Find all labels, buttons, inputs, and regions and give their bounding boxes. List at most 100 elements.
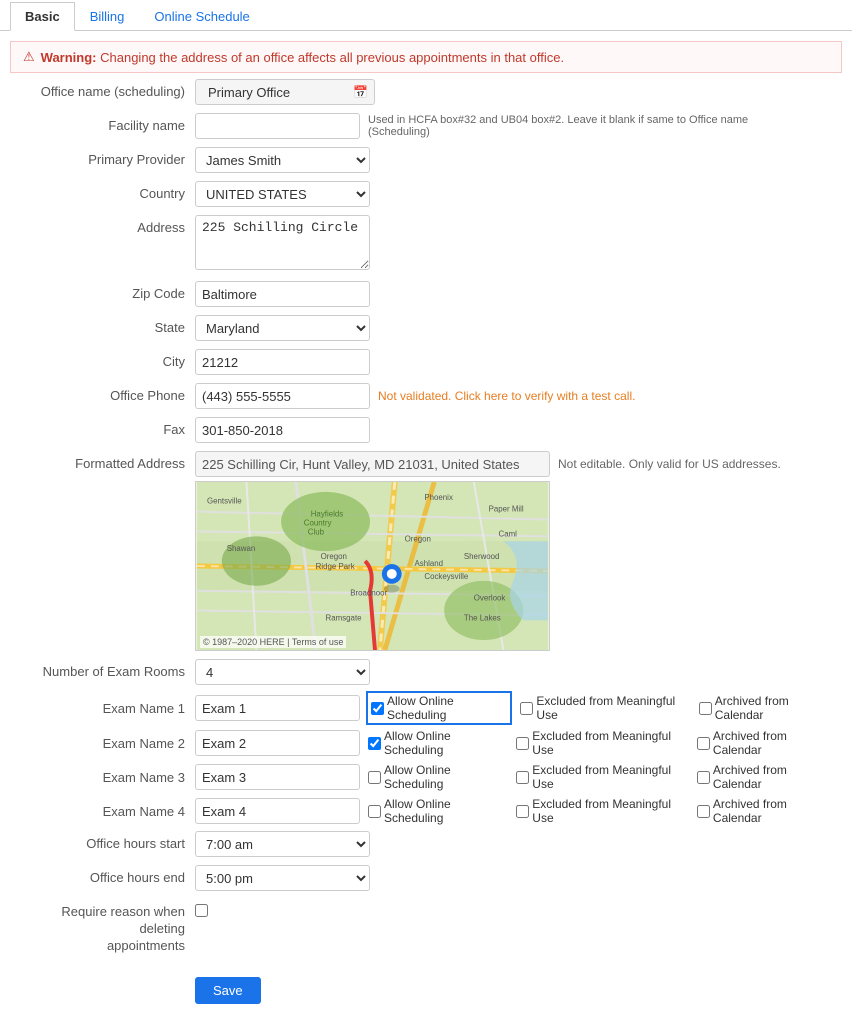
- exam-1-scheduling-checkbox[interactable]: [371, 702, 384, 715]
- tab-online-schedule[interactable]: Online Schedule: [139, 2, 264, 31]
- hours-start-label: Office hours start: [20, 831, 195, 851]
- svg-text:Caml: Caml: [499, 529, 518, 538]
- warning-message: Changing the address of an office affect…: [100, 50, 564, 65]
- svg-text:Sherwood: Sherwood: [464, 552, 500, 561]
- exam-1-archived-checkbox[interactable]: [699, 702, 712, 715]
- svg-text:Phoenix: Phoenix: [424, 493, 453, 502]
- phone-validate-link[interactable]: Not validated. Click here to verify with…: [378, 389, 635, 403]
- exam-4-scheduling-group: Allow Online Scheduling: [368, 797, 506, 825]
- exam-1-input[interactable]: [195, 695, 360, 721]
- require-reason-row: Require reason when deletingappointments: [20, 899, 832, 955]
- formatted-address-label: Formatted Address: [20, 451, 195, 471]
- address-row: Address 225 Schilling Circle: [20, 215, 832, 273]
- svg-text:Country: Country: [304, 518, 332, 527]
- save-button[interactable]: Save: [195, 977, 261, 1004]
- exam-4-input[interactable]: [195, 798, 360, 824]
- exam-3-row: Exam Name 3 Allow Online Scheduling Excl…: [20, 763, 832, 791]
- exam-4-checkboxes: Allow Online Scheduling Excluded from Me…: [368, 797, 832, 825]
- hours-end-label: Office hours end: [20, 865, 195, 885]
- form: Office name (scheduling) 📅 Facility name…: [0, 79, 852, 1024]
- formatted-address-content: Not editable. Only valid for US addresse…: [195, 451, 832, 651]
- map-svg: Hayfields Country Club Gentsville Phoeni…: [196, 482, 549, 650]
- svg-text:Oregon: Oregon: [405, 534, 431, 543]
- exam-3-scheduling-checkbox[interactable]: [368, 771, 381, 784]
- tab-billing[interactable]: Billing: [75, 2, 140, 31]
- exam-3-input[interactable]: [195, 764, 360, 790]
- exam-2-checkboxes: Allow Online Scheduling Excluded from Me…: [368, 729, 832, 757]
- exam-4-archived-checkbox[interactable]: [697, 805, 710, 818]
- state-label: State: [20, 315, 195, 335]
- hours-end-select[interactable]: 4:00 pm 4:30 pm 5:00 pm 5:30 pm 6:00 pm: [195, 865, 370, 891]
- exam-rooms-select[interactable]: 123456: [195, 659, 370, 685]
- exam-2-archived-group: Archived from Calendar: [697, 729, 832, 757]
- phone-label: Office Phone: [20, 383, 195, 403]
- exam-2-archived-checkbox[interactable]: [697, 737, 710, 750]
- svg-text:Broadnoor: Broadnoor: [350, 589, 387, 598]
- warning-prefix: Warning:: [41, 50, 97, 65]
- exam-2-scheduling-checkbox[interactable]: [368, 737, 381, 750]
- exam-4-row: Exam Name 4 Allow Online Scheduling Excl…: [20, 797, 832, 825]
- facility-hint: Used in HCFA box#32 and UB04 box#2. Leav…: [368, 114, 768, 138]
- svg-text:The Lakes: The Lakes: [464, 613, 501, 622]
- formatted-address-input: [195, 451, 550, 477]
- exam-2-label: Exam Name 2: [20, 736, 195, 751]
- exam-4-excluded-label: Excluded from Meaningful Use: [532, 797, 687, 825]
- formatted-address-hint: Not editable. Only valid for US addresse…: [558, 457, 781, 471]
- svg-text:Ridge Park: Ridge Park: [316, 562, 355, 571]
- map-container: Hayfields Country Club Gentsville Phoeni…: [195, 481, 550, 651]
- zip-label: Zip Code: [20, 281, 195, 301]
- city-row: City: [20, 349, 832, 375]
- require-reason-label: Require reason when deletingappointments: [20, 899, 195, 955]
- exam-4-scheduling-checkbox[interactable]: [368, 805, 381, 818]
- exam-1-scheduling-highlight: Allow Online Scheduling: [368, 693, 510, 723]
- exam-2-excluded-group: Excluded from Meaningful Use: [516, 729, 687, 757]
- warning-icon: ⚠: [23, 49, 35, 65]
- exam-4-excluded-checkbox[interactable]: [516, 805, 529, 818]
- office-name-row: Office name (scheduling) 📅: [20, 79, 832, 105]
- exam-2-excluded-label: Excluded from Meaningful Use: [532, 729, 687, 757]
- primary-provider-select[interactable]: James Smith Provider 2: [195, 147, 370, 173]
- address-input[interactable]: 225 Schilling Circle: [195, 215, 370, 270]
- country-content: UNITED STATES CANADA OTHER: [195, 181, 832, 207]
- facility-name-input[interactable]: [195, 113, 360, 139]
- exam-1-excluded-label: Excluded from Meaningful Use: [536, 694, 688, 722]
- facility-name-label: Facility name: [20, 113, 195, 133]
- state-row: State Maryland Virginia New York: [20, 315, 832, 341]
- exam-1-row: Exam Name 1 Allow Online Scheduling Excl…: [20, 693, 832, 723]
- phone-row: Office Phone Not validated. Click here t…: [20, 383, 832, 409]
- save-section: Save: [20, 967, 832, 1004]
- state-select[interactable]: Maryland Virginia New York: [195, 315, 370, 341]
- city-label: City: [20, 349, 195, 369]
- office-name-input[interactable]: [202, 79, 342, 105]
- fax-input[interactable]: [195, 417, 370, 443]
- svg-text:Ashland: Ashland: [415, 559, 444, 568]
- office-name-wrapper: 📅: [195, 79, 375, 105]
- state-content: Maryland Virginia New York: [195, 315, 832, 341]
- exam-1-scheduling-label: Allow Online Scheduling: [387, 694, 507, 722]
- address-content: 225 Schilling Circle: [195, 215, 832, 273]
- zip-row: Zip Code: [20, 281, 832, 307]
- zip-input[interactable]: [195, 281, 370, 307]
- exam-3-archived-checkbox[interactable]: [697, 771, 710, 784]
- exam-4-archived-label: Archived from Calendar: [713, 797, 832, 825]
- exam-3-excluded-group: Excluded from Meaningful Use: [516, 763, 687, 791]
- exam-1-excluded-checkbox[interactable]: [520, 702, 533, 715]
- exam-4-scheduling-label: Allow Online Scheduling: [384, 797, 506, 825]
- svg-text:Club: Club: [308, 527, 325, 536]
- exam-3-excluded-checkbox[interactable]: [516, 771, 529, 784]
- country-select[interactable]: UNITED STATES CANADA OTHER: [195, 181, 370, 207]
- city-input[interactable]: [195, 349, 370, 375]
- svg-text:Overlook: Overlook: [474, 594, 506, 603]
- exam-2-excluded-checkbox[interactable]: [516, 737, 529, 750]
- exam-2-input[interactable]: [195, 730, 360, 756]
- phone-input[interactable]: [195, 383, 370, 409]
- primary-provider-label: Primary Provider: [20, 147, 195, 167]
- hours-start-select[interactable]: 6:00 am 6:30 am 7:00 am 7:30 am 8:00 am: [195, 831, 370, 857]
- exam-rooms-content: 123456: [195, 659, 832, 685]
- exam-3-excluded-label: Excluded from Meaningful Use: [532, 763, 687, 791]
- tab-basic[interactable]: Basic: [10, 2, 75, 31]
- country-row: Country UNITED STATES CANADA OTHER: [20, 181, 832, 207]
- exam-rooms-row: Number of Exam Rooms 123456: [20, 659, 832, 685]
- exam-1-checkboxes: Allow Online Scheduling Excluded from Me…: [368, 693, 832, 723]
- require-reason-checkbox[interactable]: [195, 904, 208, 917]
